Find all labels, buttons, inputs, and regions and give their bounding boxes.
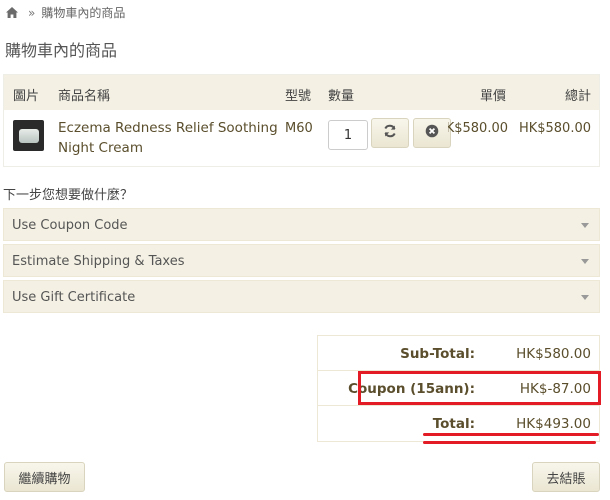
breadcrumb-current[interactable]: 購物車內的商品 [41, 4, 125, 21]
remove-button[interactable] [413, 118, 451, 148]
refresh-icon [383, 124, 397, 142]
page-title: 購物車內的商品 [5, 41, 118, 60]
panel-title: Estimate Shipping & Taxes [12, 254, 185, 269]
breadcrumb-separator: » [28, 5, 36, 20]
table-row: Eczema Redness Relief Soothing Night Cre… [4, 110, 599, 166]
total-value: HK$493.00 [516, 416, 591, 432]
product-model: M60 [285, 121, 313, 136]
caret-down-icon [581, 259, 589, 264]
header-quantity: 數量 [328, 89, 355, 104]
subtotal-row: Sub-Total: HK$580.00 [318, 336, 599, 371]
continue-shopping-button[interactable]: 繼續購物 [4, 462, 85, 492]
cart-table-header: 圖片 商品名稱 型號 數量 單價 總計 [4, 75, 599, 110]
header-image: 圖片 [13, 89, 40, 104]
panel-title: Use Gift Certificate [12, 290, 136, 305]
shipping-panel[interactable]: Estimate Shipping & Taxes [3, 244, 600, 277]
product-name-link[interactable]: Eczema Redness Relief Soothing Night Cre… [58, 118, 278, 158]
subtotal-value: HK$580.00 [516, 346, 591, 362]
breadcrumb: » 購物車內的商品 [5, 4, 125, 21]
header-model: 型號 [285, 89, 312, 104]
cart-table: 圖片 商品名稱 型號 數量 單價 總計 Eczema Redness Relie… [3, 74, 600, 167]
update-button[interactable] [371, 118, 409, 148]
unit-price: HK$580.00 [448, 121, 508, 136]
caret-down-icon [581, 295, 589, 300]
next-step-heading: 下一步您想要做什麼？ [3, 188, 134, 203]
panel-title: Use Coupon Code [12, 218, 128, 233]
header-total: 總計 [564, 89, 591, 104]
total-label: Total: [432, 416, 475, 432]
header-unit-price: 單價 [480, 89, 507, 104]
caret-down-icon [581, 223, 589, 228]
quantity-input[interactable] [328, 120, 368, 150]
coupon-highlight-box [358, 371, 601, 405]
subtotal-label: Sub-Total: [400, 346, 475, 362]
total-underline [423, 433, 599, 436]
product-thumbnail[interactable] [13, 120, 44, 151]
home-icon[interactable] [5, 6, 19, 19]
row-total: HK$580.00 [518, 121, 591, 136]
gift-certificate-panel[interactable]: Use Gift Certificate [3, 280, 600, 313]
remove-circle-icon [425, 124, 439, 142]
total-underline [423, 441, 596, 444]
header-name: 商品名稱 [58, 89, 111, 104]
coupon-panel[interactable]: Use Coupon Code [3, 208, 600, 241]
checkout-button[interactable]: 去結賬 [532, 462, 600, 492]
